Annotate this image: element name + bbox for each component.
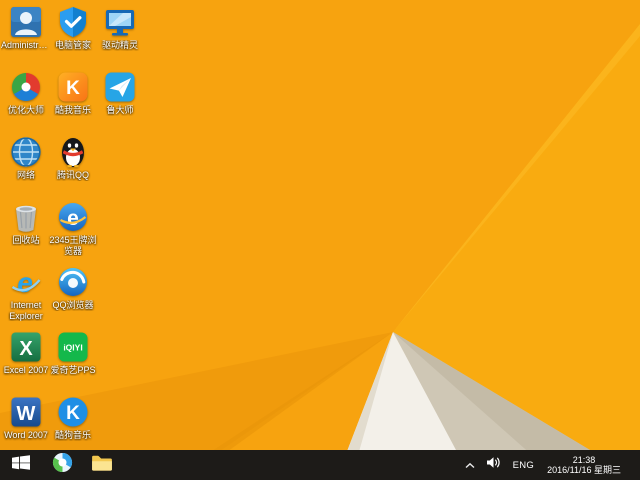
ludashi[interactable]: 鲁大师 bbox=[95, 71, 145, 133]
browser-2345[interactable]: e 2345王牌浏览器 bbox=[48, 201, 98, 263]
recycle-bin-icon bbox=[10, 201, 42, 233]
desktop-icon-grid: Administrator 电脑管家 驱动精灵优化大师 K 酷我音乐 鲁大师网络 腾讯QQ 回… bbox=[0, 0, 640, 480]
clock-date: 2016/11/16 星期三 bbox=[547, 465, 621, 475]
language-indicator[interactable]: ENG bbox=[511, 460, 537, 471]
desktop-icon-label: 回收站 bbox=[12, 235, 40, 245]
svg-text:e: e bbox=[67, 207, 79, 230]
taskbar-pinned-icons bbox=[42, 450, 122, 480]
recycle-bin[interactable]: 回收站 bbox=[1, 201, 51, 263]
desktop-icon-label: Internet Explorer bbox=[9, 300, 43, 321]
clock-time: 21:38 bbox=[572, 454, 596, 465]
desktop-icon-label: Administrator bbox=[1, 40, 51, 50]
desktop-icon-label: 电脑管家 bbox=[54, 40, 91, 50]
desktop-icon-label: Excel 2007 bbox=[3, 365, 49, 375]
desktop-icon-label: 2345王牌浏览器 bbox=[49, 235, 97, 256]
internet-explorer[interactable]: e Internet Explorer bbox=[1, 266, 51, 328]
monitor-blue-icon bbox=[104, 6, 136, 38]
user-account-icon bbox=[10, 6, 42, 38]
volume-button[interactable] bbox=[485, 450, 503, 480]
iqiyi-pps[interactable]: iQIYI 爱奇艺PPS bbox=[48, 331, 98, 393]
svg-text:e: e bbox=[17, 267, 33, 298]
k-blue-icon: K bbox=[57, 396, 89, 428]
svg-text:iQIYI: iQIYI bbox=[63, 343, 82, 353]
desktop-icon-label: 优化大师 bbox=[7, 105, 44, 115]
network[interactable]: 网络 bbox=[1, 136, 51, 198]
taskbar-clock[interactable]: 21:38 2016/11/16 星期三 bbox=[544, 455, 624, 476]
excel-icon: X bbox=[10, 331, 42, 363]
desktop-icon-label: 驱动精灵 bbox=[101, 40, 138, 50]
speaker-icon bbox=[486, 456, 501, 474]
pie-colors-icon bbox=[10, 71, 42, 103]
desktop-icon-label: 酷我音乐 bbox=[54, 105, 91, 115]
swirl-blue-icon bbox=[57, 266, 89, 298]
desktop-icon-label: QQ浏览器 bbox=[52, 300, 94, 310]
tencent-qq[interactable]: 腾讯QQ bbox=[48, 136, 98, 198]
driver-genie[interactable]: 驱动精灵 bbox=[95, 6, 145, 68]
windows-logo-icon bbox=[12, 455, 30, 475]
youhua-dashi[interactable]: 优化大师 bbox=[1, 71, 51, 133]
desktop-icon-label: 网络 bbox=[16, 170, 35, 180]
taskbar: ENG 21:38 2016/11/16 星期三 bbox=[0, 450, 640, 480]
kuwo-music[interactable]: K 酷我音乐 bbox=[48, 71, 98, 133]
penguin-icon bbox=[57, 136, 89, 168]
start-button[interactable] bbox=[0, 450, 42, 480]
word-icon: W bbox=[10, 396, 42, 428]
taskbar-browser-button[interactable] bbox=[42, 450, 82, 480]
chevron-up-icon bbox=[465, 456, 475, 474]
desktop: Administrator 电脑管家 驱动精灵优化大师 K 酷我音乐 鲁大师网络 腾讯QQ 回… bbox=[0, 0, 640, 480]
svg-text:K: K bbox=[66, 78, 80, 99]
svg-text:W: W bbox=[17, 403, 36, 425]
kugou-music[interactable]: K 酷狗音乐 bbox=[48, 396, 98, 458]
shield-check-icon bbox=[57, 6, 89, 38]
pc-manager[interactable]: 电脑管家 bbox=[48, 6, 98, 68]
svg-text:X: X bbox=[19, 338, 33, 360]
folder-icon bbox=[91, 454, 113, 477]
excel-2007[interactable]: X Excel 2007 bbox=[1, 331, 51, 393]
svg-text:K: K bbox=[66, 403, 80, 424]
administrator[interactable]: Administrator bbox=[1, 6, 51, 68]
desktop-icon-label: 爱奇艺PPS bbox=[50, 365, 96, 375]
system-tray: ENG 21:38 2016/11/16 星期三 bbox=[463, 450, 640, 480]
desktop-icon-label: Word 2007 bbox=[4, 430, 48, 440]
desktop-icon-label: 酷狗音乐 bbox=[54, 430, 91, 440]
k-orange-icon: K bbox=[57, 71, 89, 103]
ie-e-icon: e bbox=[10, 266, 42, 298]
qq-browser[interactable]: QQ浏览器 bbox=[48, 266, 98, 328]
desktop-icon-label: 鲁大师 bbox=[106, 105, 134, 115]
word-2007[interactable]: W Word 2007 bbox=[1, 396, 51, 458]
desktop-icon-label: 腾讯QQ bbox=[56, 170, 89, 180]
browser-circle-icon bbox=[52, 452, 73, 478]
e-blue-icon: e bbox=[57, 201, 89, 233]
iqiyi-icon: iQIYI bbox=[57, 331, 89, 363]
globe-icon bbox=[10, 136, 42, 168]
paper-plane-icon bbox=[104, 71, 136, 103]
tray-expand-button[interactable] bbox=[463, 450, 477, 480]
file-explorer-button[interactable] bbox=[82, 450, 122, 480]
